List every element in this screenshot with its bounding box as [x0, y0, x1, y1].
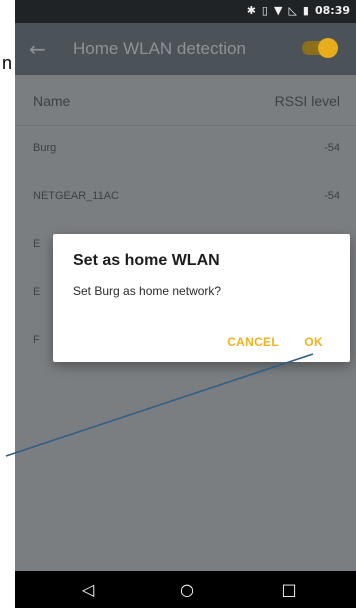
confirm-dialog: Set as home WLAN Set Burg as home networ… [53, 234, 350, 362]
network-rssi: -54 [324, 190, 340, 202]
battery-icon: ▮ [302, 4, 309, 17]
network-name: NETGEAR_11AC [33, 190, 119, 202]
network-name: E [33, 238, 41, 250]
network-name: E [33, 286, 41, 298]
list-item[interactable]: NETGEAR_11AC -54 [15, 174, 356, 222]
bluetooth-icon: ✱ [246, 4, 256, 17]
annotation-text: n [2, 53, 13, 73]
page-title: Home WLAN detection [73, 39, 246, 58]
status-bar: ✱ ▯ ▼ ◺ ▮ 08:39 [15, 0, 356, 23]
column-header-rssi: RSSI level [274, 93, 340, 109]
status-time: 08:39 [314, 4, 350, 17]
wifi-icon: ▼ [273, 4, 283, 17]
network-name: Burg [33, 142, 57, 154]
arrow-left-icon[interactable]: ← [29, 37, 53, 61]
list-item[interactable]: Burg -54 [15, 126, 356, 174]
column-header-name: Name [33, 93, 71, 109]
network-rssi: -54 [324, 142, 340, 154]
nav-recents-icon[interactable]: □ [277, 578, 301, 602]
phone-screen: ✱ ▯ ▼ ◺ ▮ 08:39 ← Home WLAN detection Na… [15, 0, 356, 608]
toggle-knob [318, 38, 338, 58]
ok-button[interactable]: OK [304, 335, 323, 349]
navigation-bar: ◁ ○ □ [15, 571, 356, 608]
home-wlan-toggle[interactable] [302, 38, 338, 58]
status-icons: ✱ ▯ ▼ ◺ ▮ 08:39 [247, 4, 350, 18]
dialog-title: Set as home WLAN [73, 252, 220, 269]
vibrate-icon: ▯ [261, 4, 268, 17]
cancel-button[interactable]: CANCEL [227, 335, 279, 349]
nav-home-icon[interactable]: ○ [175, 578, 199, 602]
signal-icon: ◺ [288, 4, 297, 17]
nav-back-icon[interactable]: ◁ [76, 578, 100, 602]
network-name: F [33, 334, 40, 346]
app-bar: ← Home WLAN detection [15, 23, 356, 75]
dialog-message: Set Burg as home network? [73, 284, 222, 298]
